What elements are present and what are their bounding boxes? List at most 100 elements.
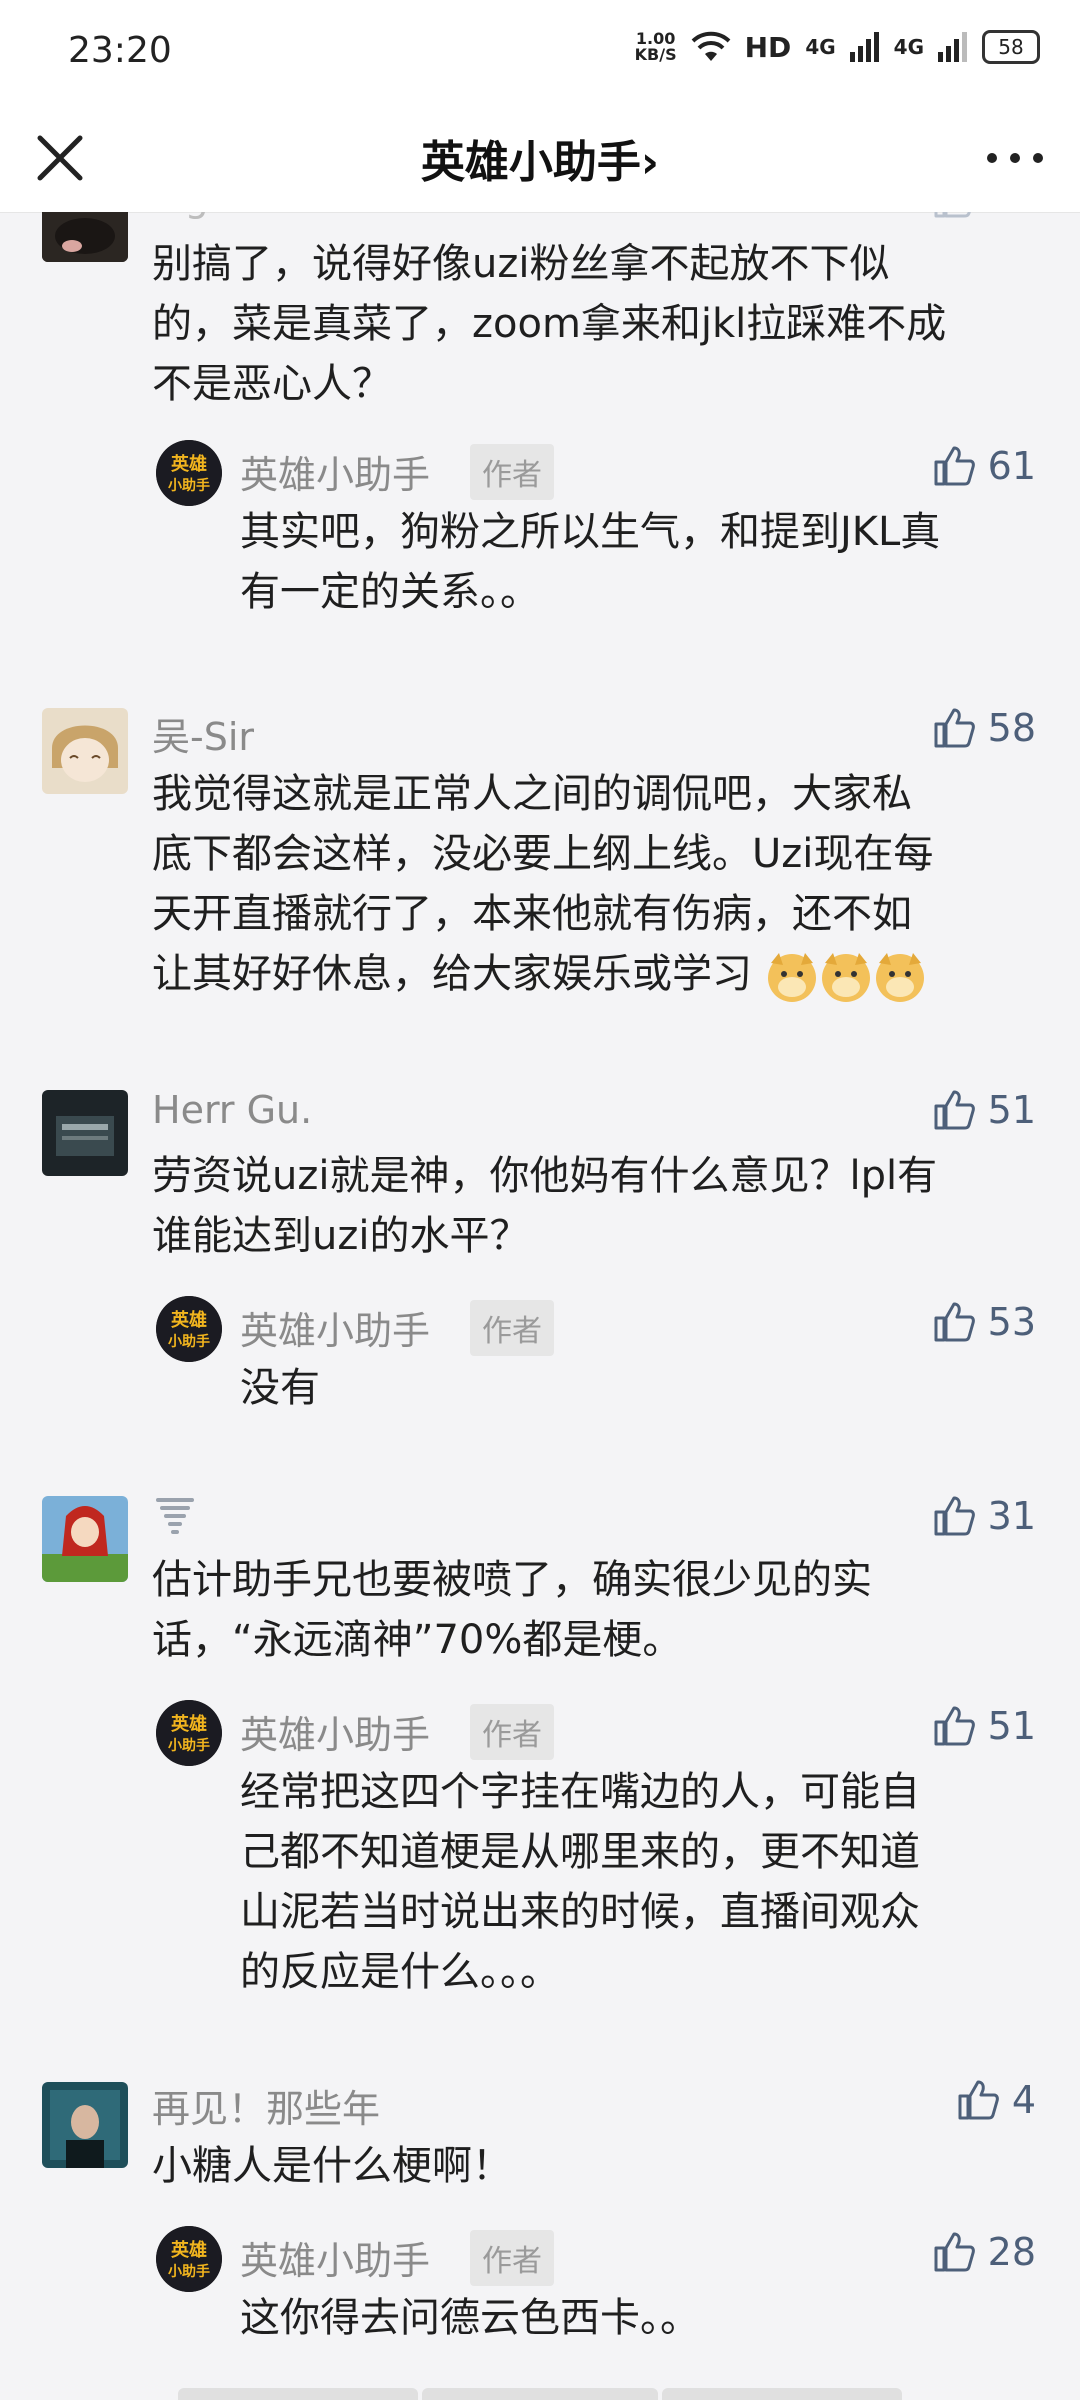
author-avatar[interactable]: 英雄 小助手 bbox=[156, 1700, 222, 1766]
svg-text:英雄: 英雄 bbox=[170, 1309, 207, 1331]
svg-text:小助手: 小助手 bbox=[168, 1737, 210, 1754]
brand-logo-icon: 英雄 小助手 bbox=[156, 440, 222, 506]
comment-username[interactable]: Pigo bbox=[152, 212, 232, 220]
like-button[interactable]: 51 bbox=[932, 1088, 1036, 1132]
reply-text-line: 这你得去问德云色西卡。。 bbox=[240, 2295, 700, 2341]
thumbs-up-icon bbox=[934, 1496, 975, 1536]
dog-avatar-icon bbox=[42, 212, 128, 262]
like-button[interactable]: 57 bbox=[932, 212, 1036, 220]
thumbs-up-icon bbox=[934, 2232, 975, 2272]
doge-emoji-icon bbox=[875, 953, 924, 1002]
comment-text-line: 劳资说uzi就是神，你他妈有什么意见？lpl有 bbox=[152, 1153, 938, 1199]
comment-text: 劳资说uzi就是神，你他妈有什么意见？lpl有 谁能达到uzi的水平？ bbox=[152, 1146, 1052, 1266]
like-count: 57 bbox=[988, 212, 1036, 220]
reply-text-line: 己都不知道梗是从哪里来的，更不知道 bbox=[240, 1829, 920, 1875]
svg-text:小助手: 小助手 bbox=[168, 2263, 210, 2280]
page-title[interactable]: 英雄小助手› bbox=[0, 126, 1080, 190]
hd-indicator: HD bbox=[744, 30, 792, 64]
author-badge: 作者 bbox=[470, 1300, 554, 1356]
night-building-avatar-icon bbox=[42, 1090, 128, 1176]
thumbs-up-icon bbox=[934, 1302, 975, 1342]
reply-text: 这你得去问德云色西卡。。 bbox=[240, 2288, 1040, 2348]
signal-bars-icon bbox=[938, 32, 967, 62]
comment-text: 小糖人是什么梗啊！ bbox=[152, 2136, 1052, 2196]
top-navigation-bar: 英雄小助手› bbox=[0, 104, 1080, 213]
like-count: 31 bbox=[987, 1494, 1036, 1538]
avatar[interactable] bbox=[42, 212, 128, 262]
comment-username[interactable]: 再见！那些年 bbox=[152, 2078, 380, 2133]
like-button[interactable]: 4 bbox=[956, 2078, 1036, 2122]
anime-avatar-icon bbox=[42, 708, 128, 794]
comment-text-line: 话，“永远滴神”70%都是梗。 bbox=[152, 1617, 683, 1663]
thumbs-up-icon bbox=[934, 446, 975, 486]
comment-text: 我觉得这就是正常人之间的调侃吧，大家私 底下都会这样，没必要上纲上线。Uzi现在… bbox=[152, 764, 1052, 1004]
like-count: 61 bbox=[987, 444, 1036, 488]
bottom-tab-chip[interactable] bbox=[178, 2388, 418, 2400]
like-count: 53 bbox=[987, 1300, 1036, 1344]
bottom-tab-chip[interactable] bbox=[662, 2388, 902, 2400]
bottom-tab-chip[interactable] bbox=[422, 2388, 658, 2400]
like-count: 51 bbox=[987, 1704, 1036, 1748]
avatar[interactable] bbox=[42, 1090, 128, 1176]
comment-text-line: 让其好好休息，给大家娱乐或学习 bbox=[152, 944, 1052, 1004]
status-icons: 1.00 KB/S HD 4G 4G 58 bbox=[635, 30, 1040, 64]
comment-text-line: 谁能达到uzi的水平？ bbox=[152, 1213, 530, 1259]
comment-text-line: 不是恶心人？ bbox=[152, 361, 392, 407]
comment-text-line: 小糖人是什么梗啊！ bbox=[152, 2143, 512, 2189]
svg-text:小助手: 小助手 bbox=[168, 1333, 210, 1350]
author-badge: 作者 bbox=[470, 1704, 554, 1760]
comment-username[interactable]: 吴-Sir bbox=[152, 706, 254, 761]
reply-username[interactable]: 英雄小助手 bbox=[240, 1300, 430, 1355]
thumbs-up-icon bbox=[934, 1090, 975, 1130]
doge-emoji-icon bbox=[767, 953, 816, 1002]
like-button[interactable]: 61 bbox=[932, 444, 1036, 488]
svg-text:英雄: 英雄 bbox=[170, 2239, 207, 2261]
like-button[interactable]: 53 bbox=[932, 1300, 1036, 1344]
like-button[interactable]: 28 bbox=[932, 2230, 1036, 2274]
avatar[interactable] bbox=[42, 708, 128, 794]
avatar[interactable] bbox=[42, 1496, 128, 1582]
author-avatar[interactable]: 英雄 小助手 bbox=[156, 1296, 222, 1362]
like-button[interactable]: 58 bbox=[932, 706, 1036, 750]
like-count: 58 bbox=[987, 706, 1036, 750]
author-badge: 作者 bbox=[470, 2230, 554, 2286]
more-options-icon[interactable] bbox=[980, 128, 1050, 188]
reply-username[interactable]: 英雄小助手 bbox=[240, 444, 430, 499]
svg-text:小助手: 小助手 bbox=[168, 477, 210, 494]
wifi-icon bbox=[691, 31, 731, 61]
author-avatar[interactable]: 英雄 小助手 bbox=[156, 2226, 222, 2292]
comment-feed[interactable]: Pigo 57 别搞了，说得好像uzi粉丝拿不起放不下似 的，菜是真菜了，zoo… bbox=[0, 212, 1080, 2400]
reply-text-line: 山泥若当时说出来的时候，直播间观众 bbox=[240, 1889, 920, 1935]
page-title-text: 英雄小助手 bbox=[420, 137, 641, 188]
avatar[interactable] bbox=[42, 2082, 128, 2168]
svg-text:英雄: 英雄 bbox=[170, 1713, 207, 1735]
comment-text-line: 天开直播就行了，本来他就有伤病，还不如 bbox=[152, 891, 912, 937]
like-count: 51 bbox=[987, 1088, 1036, 1132]
like-count: 4 bbox=[1011, 2078, 1036, 2122]
brand-logo-icon: 英雄 小助手 bbox=[156, 1296, 222, 1362]
comment-username[interactable]: Herr Gu. bbox=[152, 1088, 312, 1132]
tornado-icon bbox=[156, 1498, 194, 1534]
game-character-avatar-icon bbox=[42, 1496, 128, 1582]
thumbs-up-icon bbox=[934, 708, 975, 748]
thumbs-up-icon bbox=[934, 1706, 975, 1746]
like-button[interactable]: 31 bbox=[932, 1494, 1036, 1538]
reply-text-line: 的反应是什么。。。 bbox=[240, 1949, 560, 1995]
network-speed: 1.00 KB/S bbox=[635, 31, 677, 63]
reply-text-line: 没有 bbox=[240, 1365, 320, 1411]
reply-username[interactable]: 英雄小助手 bbox=[240, 1704, 430, 1759]
thumbs-up-icon bbox=[934, 212, 971, 218]
reply-username[interactable]: 英雄小助手 bbox=[240, 2230, 430, 2285]
svg-text:英雄: 英雄 bbox=[170, 453, 207, 475]
brand-logo-icon: 英雄 小助手 bbox=[156, 1700, 222, 1766]
like-button[interactable]: 51 bbox=[932, 1704, 1036, 1748]
comment-text-line: 估计助手兄也要被喷了，确实很少见的实 bbox=[152, 1557, 872, 1603]
brand-logo-icon: 英雄 小助手 bbox=[156, 2226, 222, 2292]
reply-text: 其实吧，狗粉之所以生气，和提到JKL真 有一定的关系。。 bbox=[240, 502, 1040, 622]
signal-4g-label-1: 4G bbox=[805, 35, 836, 59]
thumbs-up-icon bbox=[958, 2080, 999, 2120]
signal-4g-label-2: 4G bbox=[893, 35, 924, 59]
status-bar: 23:20 1.00 KB/S HD 4G 4G 58 bbox=[0, 0, 1080, 104]
doge-emoji-icon bbox=[821, 953, 870, 1002]
author-avatar[interactable]: 英雄 小助手 bbox=[156, 440, 222, 506]
